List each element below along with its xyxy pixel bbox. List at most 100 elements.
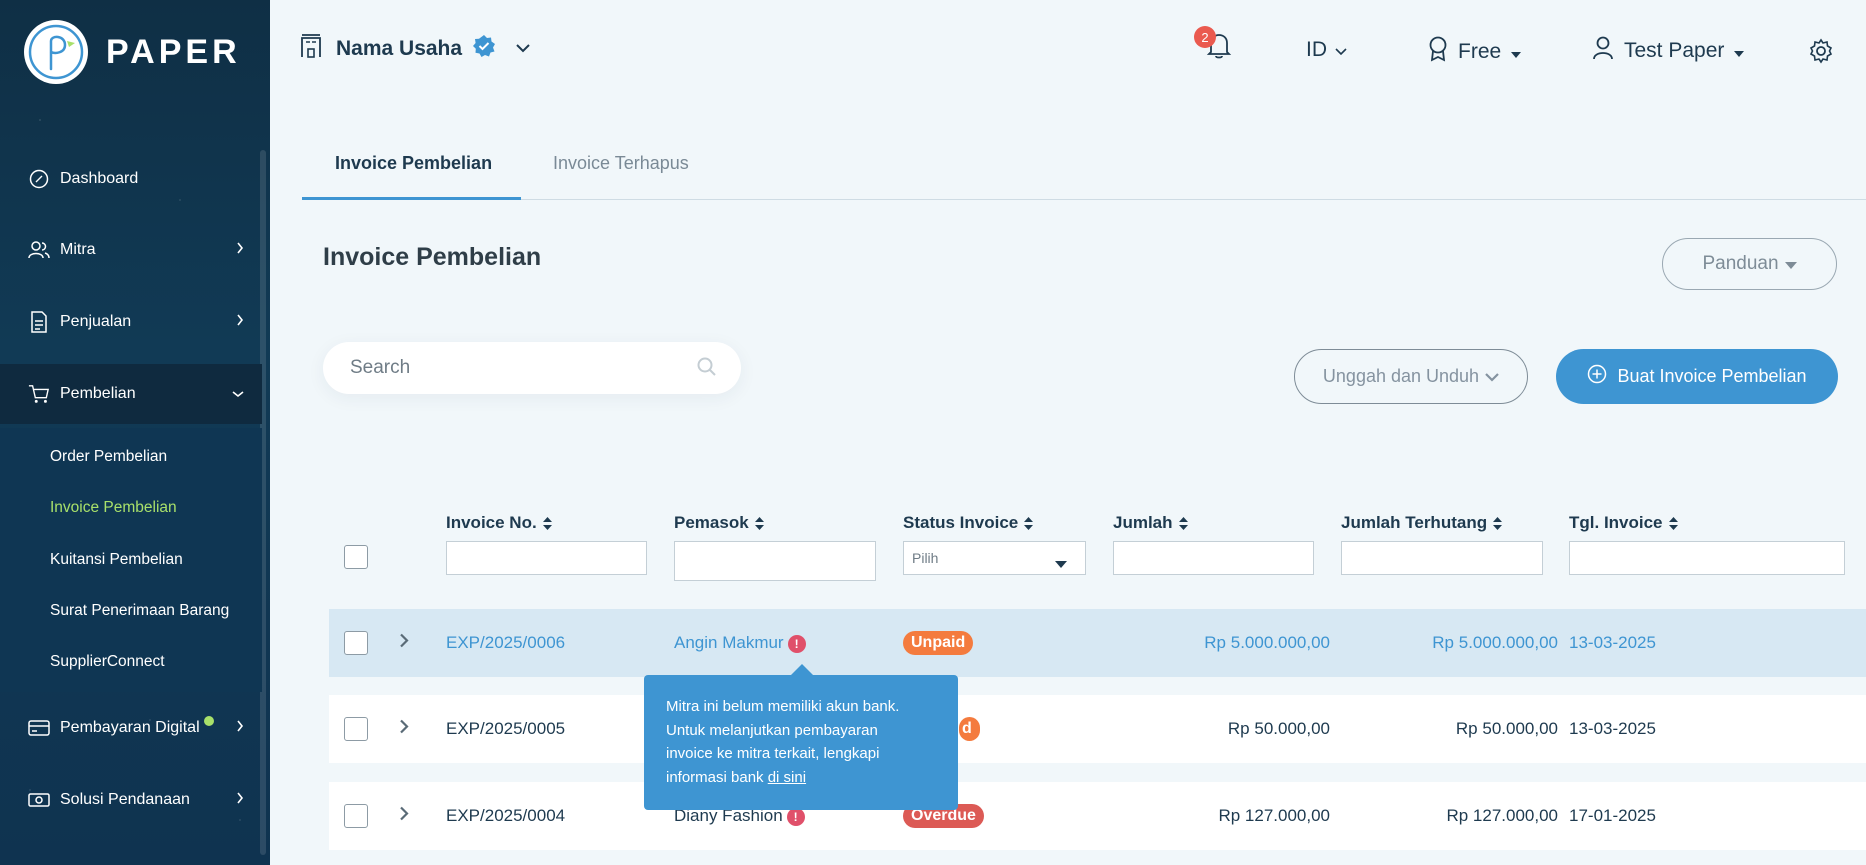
chevron-right-icon xyxy=(236,791,244,809)
column-header-invoice-no[interactable]: Invoice No. xyxy=(446,513,552,533)
plan-selector[interactable]: Free xyxy=(1428,36,1522,68)
column-header-status-invoice[interactable]: Status Invoice xyxy=(903,513,1034,533)
sidebar-item-label: Dashboard xyxy=(60,170,139,187)
bank-account-tooltip: Mitra ini belum memiliki akun bank. Untu… xyxy=(644,675,958,810)
search-bar xyxy=(323,342,741,394)
filter-status-placeholder: Pilih xyxy=(912,550,939,566)
plus-circle-icon xyxy=(1587,364,1607,389)
tooltip-line-text: informasi bank xyxy=(666,768,768,786)
sidebar-item-mitra[interactable]: Mitra xyxy=(0,220,262,280)
business-selector[interactable]: Nama Usaha xyxy=(300,34,530,63)
supplier-name: Angin Makmur xyxy=(674,633,784,652)
sidebar-item-dashboard[interactable]: Dashboard xyxy=(0,149,262,209)
column-header-jumlah[interactable]: Jumlah xyxy=(1113,513,1188,533)
column-header-label: Jumlah Terhutang xyxy=(1341,513,1488,532)
filter-invoice-no-input[interactable] xyxy=(446,541,647,575)
amount-cell: Rp 5.000.000,00 xyxy=(1204,633,1330,652)
create-invoice-button[interactable]: Buat Invoice Pembelian xyxy=(1556,349,1838,404)
language-selector[interactable]: ID xyxy=(1306,38,1347,62)
row-checkbox[interactable] xyxy=(344,804,368,828)
sidebar-subitem-order-pembelian[interactable]: Order Pembelian xyxy=(50,448,167,466)
column-header-label: Tgl. Invoice xyxy=(1569,513,1663,532)
sidebar: PAPER Dashboard Mitra Penjualan Pembelia… xyxy=(0,0,270,865)
language-label: ID xyxy=(1306,38,1327,61)
guide-button-label: Panduan xyxy=(1702,253,1779,274)
status-badge: d xyxy=(959,717,980,741)
amount-cell: Rp 50.000,00 xyxy=(1227,719,1330,738)
sort-icon xyxy=(1668,516,1678,530)
table-row[interactable]: EXP/2025/0006 Angin Makmur! Unpaid Rp 5.… xyxy=(329,609,1866,677)
sidebar-subitem-supplierconnect[interactable]: SupplierConnect xyxy=(50,653,165,671)
invoice-number-link[interactable]: EXP/2025/0006 xyxy=(446,633,565,653)
search-icon[interactable] xyxy=(697,357,717,382)
column-header-tgl-invoice[interactable]: Tgl. Invoice xyxy=(1569,513,1678,533)
chevron-down-icon xyxy=(1485,366,1499,387)
search-input[interactable] xyxy=(348,356,672,380)
sidebar-subitem-invoice-pembelian[interactable]: Invoice Pembelian xyxy=(50,499,177,517)
upload-download-label: Unggah dan Unduh xyxy=(1322,366,1480,386)
row-checkbox[interactable] xyxy=(344,717,368,741)
sort-icon xyxy=(1493,516,1503,530)
guide-button[interactable]: Panduan xyxy=(1662,238,1837,290)
sort-icon xyxy=(542,516,552,530)
table-row[interactable]: EXP/2025/0005 d Rp 50.000,00 Rp 50.000,0… xyxy=(329,695,1866,763)
column-header-pemasok[interactable]: Pemasok xyxy=(674,513,764,533)
select-all-checkbox[interactable] xyxy=(344,545,368,569)
gear-icon xyxy=(1808,38,1834,70)
chevron-right-icon[interactable] xyxy=(399,719,409,740)
filter-tgl-invoice-input[interactable] xyxy=(1569,541,1845,575)
table-row[interactable]: EXP/2025/0004 Diany Fashion! Overdue Rp … xyxy=(329,782,1866,850)
logo[interactable]: PAPER xyxy=(24,20,241,84)
caret-down-icon xyxy=(1055,555,1067,571)
bank-info-link[interactable]: di sini xyxy=(768,769,806,786)
caret-down-icon xyxy=(1511,40,1522,64)
compass-icon xyxy=(28,168,50,190)
sidebar-item-label: Mitra xyxy=(60,241,96,258)
outstanding-cell: Rp 127.000,00 xyxy=(1446,806,1558,825)
filter-pemasok-input[interactable] xyxy=(674,541,876,581)
sidebar-subitem-kuitansi-pembelian[interactable]: Kuitansi Pembelian xyxy=(50,551,183,569)
user-name: Test Paper xyxy=(1624,39,1725,62)
outstanding-cell: Rp 5.000.000,00 xyxy=(1432,633,1558,652)
sidebar-subitem-surat-penerimaan-barang[interactable]: Surat Penerimaan Barang xyxy=(50,602,229,620)
status-badge: Unpaid xyxy=(903,631,974,655)
settings-button[interactable] xyxy=(1808,38,1834,70)
top-header: Nama Usaha 2 ID Free Test Paper xyxy=(270,0,1866,100)
invoice-number-link[interactable]: EXP/2025/0004 xyxy=(446,806,565,826)
invoice-tabs: Invoice Pembelian Invoice Terhapus xyxy=(302,135,1866,200)
column-header-label: Invoice No. xyxy=(446,513,537,532)
sidebar-item-pembelian[interactable]: Pembelian xyxy=(0,364,262,424)
users-icon xyxy=(28,239,50,261)
upload-download-button[interactable]: Unggah dan Unduh xyxy=(1294,349,1528,404)
tooltip-line: Mitra ini belum memiliki akun bank. xyxy=(666,698,900,715)
chevron-down-icon[interactable] xyxy=(516,40,530,58)
document-icon xyxy=(28,311,50,333)
sort-icon xyxy=(1178,516,1188,530)
chevron-right-icon[interactable] xyxy=(399,806,409,827)
notifications[interactable]: 2 xyxy=(1194,26,1232,66)
tab-invoice-pembelian[interactable]: Invoice Pembelian xyxy=(335,153,492,174)
filter-jumlah-input[interactable] xyxy=(1113,541,1314,575)
sort-icon xyxy=(1024,516,1034,530)
supplier-cell[interactable]: Angin Makmur! xyxy=(674,633,806,653)
invoice-number-link[interactable]: EXP/2025/0005 xyxy=(446,719,565,739)
caret-down-icon xyxy=(1734,39,1745,63)
row-checkbox[interactable] xyxy=(344,631,368,655)
chevron-right-icon[interactable] xyxy=(399,633,409,654)
tooltip-line: informasi bank di sini xyxy=(666,766,940,790)
filter-status-select[interactable]: Pilih xyxy=(903,541,1086,575)
brand-name: PAPER xyxy=(106,32,241,71)
user-menu[interactable]: Test Paper xyxy=(1592,36,1745,66)
sidebar-item-solusi-pendanaan[interactable]: Solusi Pendanaan xyxy=(0,770,262,830)
column-header-jumlah-terhutang[interactable]: Jumlah Terhutang xyxy=(1341,513,1503,533)
outstanding-cell: Rp 50.000,00 xyxy=(1455,719,1558,738)
sidebar-item-penjualan[interactable]: Penjualan xyxy=(0,292,262,352)
filter-jumlah-terhutang-input[interactable] xyxy=(1341,541,1543,575)
warning-icon[interactable]: ! xyxy=(787,634,806,653)
column-header-label: Pemasok xyxy=(674,513,749,532)
page-title: Invoice Pembelian xyxy=(323,243,542,271)
tab-invoice-terhapus[interactable]: Invoice Terhapus xyxy=(553,153,689,174)
warning-icon[interactable]: ! xyxy=(786,807,805,826)
sidebar-item-pembayaran-digital[interactable]: Pembayaran Digital xyxy=(0,698,262,758)
card-icon xyxy=(28,717,50,739)
